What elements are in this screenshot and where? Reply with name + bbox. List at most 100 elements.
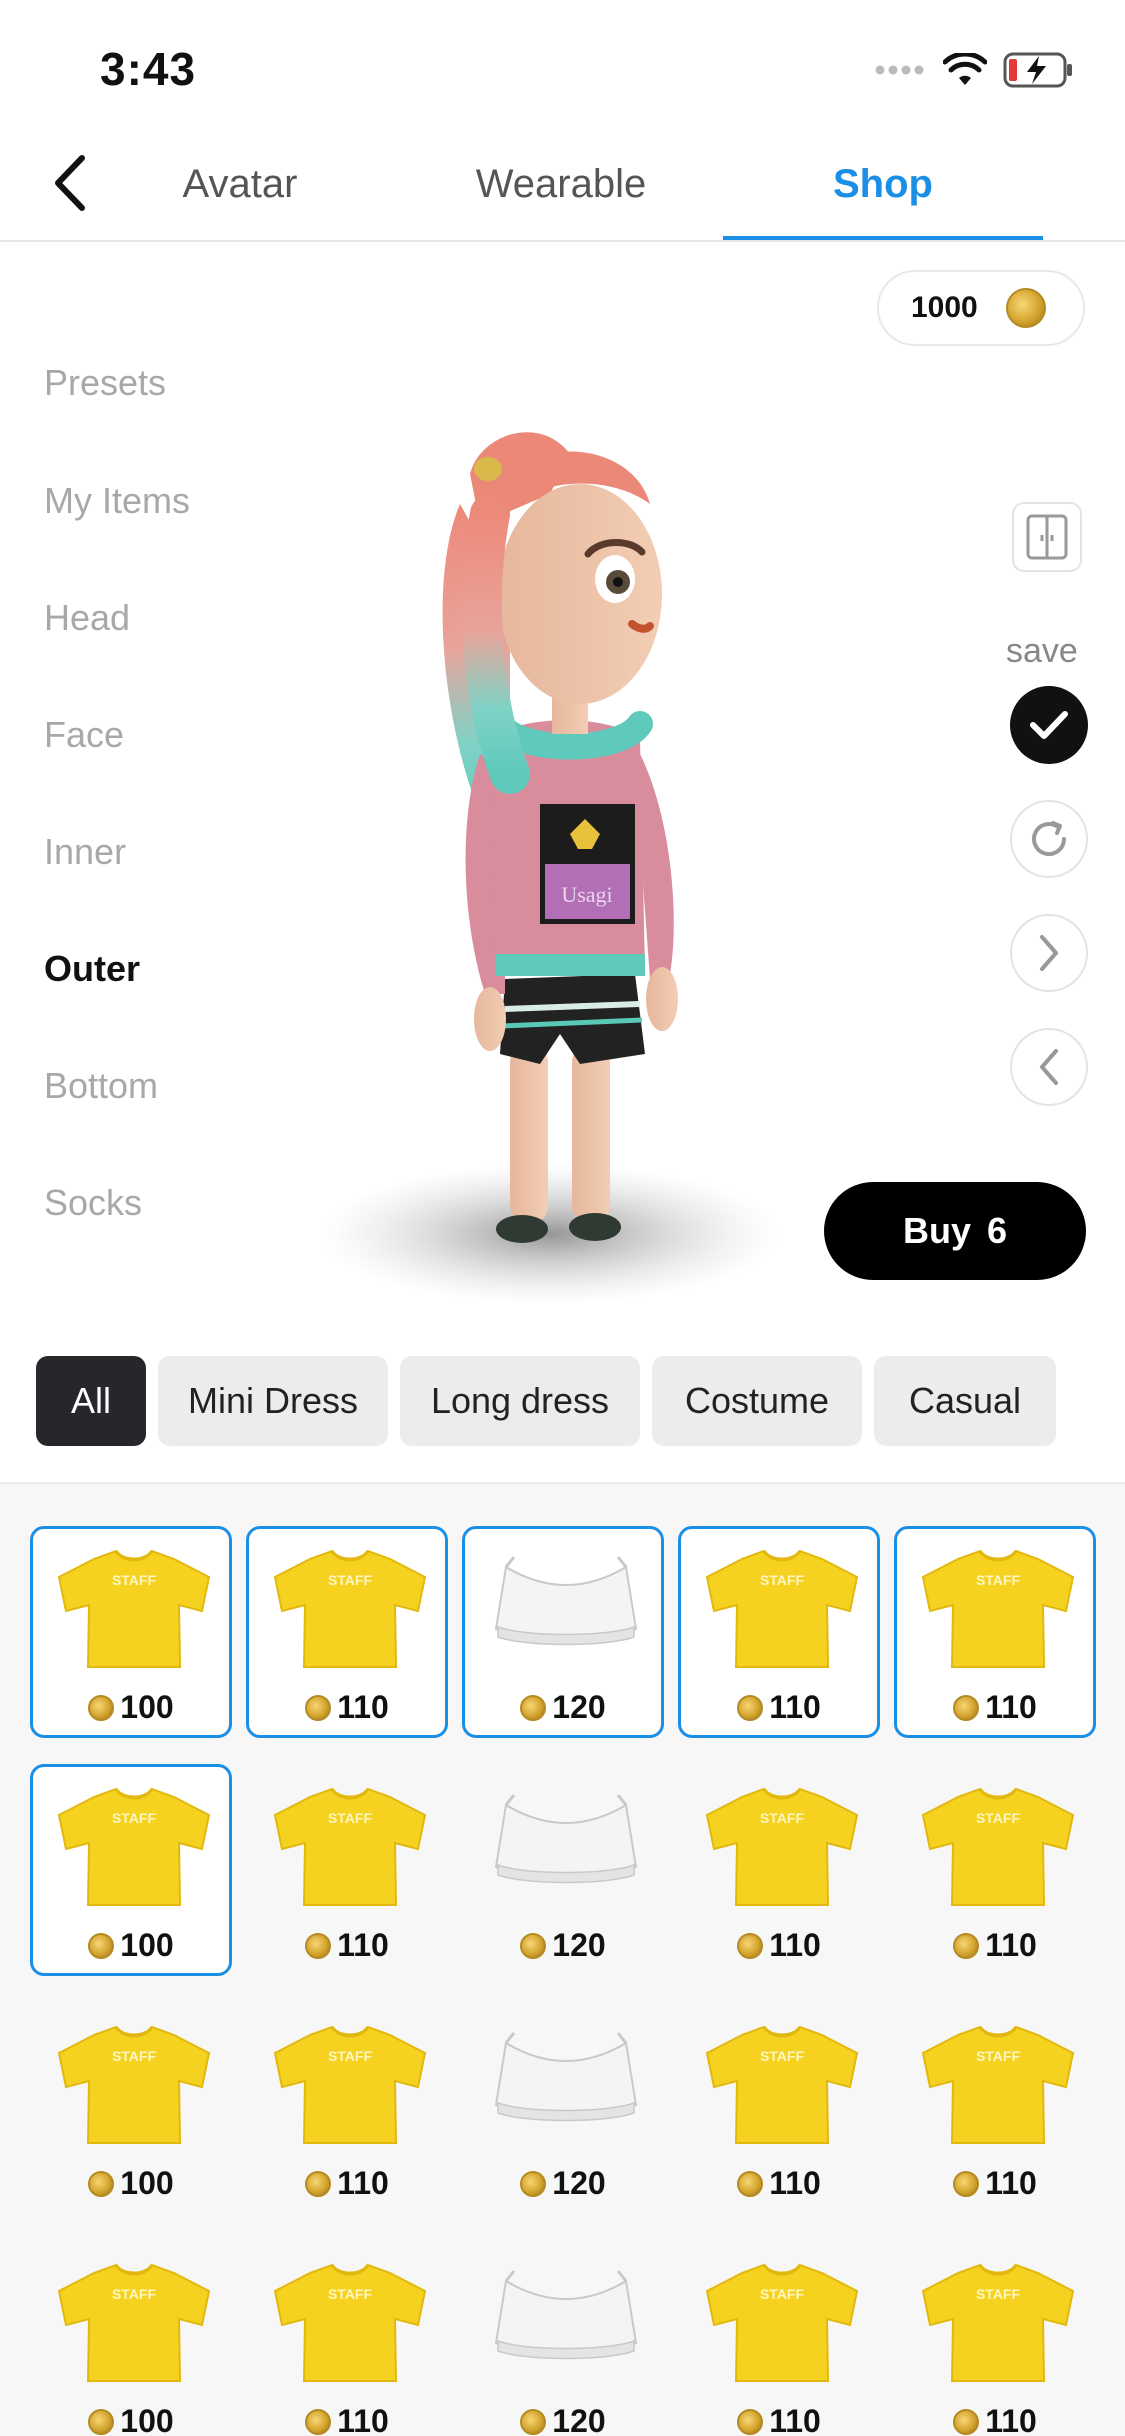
shop-item[interactable]: STAFF 110 [678,1764,880,1976]
coin-icon [520,1932,547,1959]
tshirt-print-text: STAFF [328,1810,373,1826]
shop-item[interactable]: STAFF 110 [246,1526,448,1738]
shop-item[interactable]: 120 [462,1526,664,1738]
coin-icon [737,2408,764,2435]
item-price-value: 110 [985,1927,1037,1963]
item-price: 110 [897,2403,1093,2436]
tshirt-image: STAFF [273,1549,427,1668]
reset-button[interactable] [1010,800,1088,878]
category-face[interactable]: Face [44,714,124,756]
tshirt-print-text: STAFF [760,1572,805,1588]
category-socks[interactable]: Socks [44,1182,142,1224]
filter-costume[interactable]: Costume [652,1356,862,1446]
tshirt-print-text: STAFF [112,2048,157,2064]
buy-button[interactable]: Buy 6 [824,1182,1086,1280]
chevron-left-icon [1040,1049,1058,1085]
tshirt-image: STAFF [705,2025,859,2144]
shop-item[interactable]: STAFF 110 [678,1526,880,1738]
item-price-value: 110 [337,2403,389,2436]
category-head[interactable]: Head [44,597,130,639]
item-price: 110 [897,1689,1093,1726]
tshirt-print-text: STAFF [328,1572,373,1588]
category-my-items[interactable]: My Items [44,480,190,522]
redo-button[interactable] [1010,914,1088,992]
tab-avatar[interactable]: Avatar [80,162,400,207]
item-price: 100 [33,1689,229,1726]
shop-item[interactable]: 120 [462,1764,664,1976]
filter-all[interactable]: All [36,1356,146,1446]
item-price: 120 [465,2165,661,2202]
coin-icon [953,2408,980,2435]
item-price: 110 [897,1927,1093,1964]
tshirt-print-text: STAFF [976,2048,1021,2064]
wifi-icon [942,51,988,92]
coin-icon [520,2408,547,2435]
tshirt-image: STAFF [273,2263,427,2382]
shop-item[interactable]: STAFF 110 [678,2240,880,2436]
undo-button[interactable] [1010,1028,1088,1106]
coin-icon [305,1694,332,1721]
item-price: 110 [249,2403,445,2436]
item-price-value: 110 [769,1927,821,1963]
coin-icon [953,1932,980,1959]
item-price: 120 [465,2403,661,2436]
item-price: 100 [33,2403,229,2436]
item-price-value: 120 [552,1927,606,1963]
category-outer[interactable]: Outer [44,948,140,990]
avatar-figure[interactable]: Usagi [310,394,810,1314]
shop-item[interactable]: STAFF 100 [30,2002,232,2214]
shop-item[interactable]: STAFF 100 [30,1764,232,1976]
category-bottom[interactable]: Bottom [44,1065,158,1107]
tab-shop[interactable]: Shop [723,162,1043,207]
filter-long-dress[interactable]: Long dress [400,1356,640,1446]
shop-item[interactable]: STAFF 100 [30,1526,232,1738]
tshirt-print-text: STAFF [976,1810,1021,1826]
tshirt-print-text: STAFF [760,2048,805,2064]
wardrobe-icon [1026,514,1068,560]
hoodie-print-text: Usagi [561,882,612,907]
shop-item[interactable]: STAFF 110 [894,1526,1096,1738]
filter-mini-dress[interactable]: Mini Dress [158,1356,388,1446]
shop-item[interactable]: STAFF 110 [678,2002,880,2214]
avatar-preview-area: 1000 Presets My Items Head Face Inner Ou… [0,244,1125,1319]
item-price-value: 110 [337,2165,389,2201]
coin-icon [1005,288,1046,328]
item-price: 120 [465,1927,661,1964]
status-icons [875,48,1075,96]
battery-charging-icon [1003,51,1075,94]
buy-label: Buy [902,1210,971,1251]
active-tab-indicator [723,236,1043,240]
shop-item[interactable]: 120 [462,2240,664,2436]
shop-item[interactable]: STAFF 100 [30,2240,232,2436]
buy-count: 6 [986,1210,1008,1251]
shop-item[interactable]: STAFF 110 [894,1764,1096,1976]
item-price: 110 [249,2165,445,2202]
category-presets[interactable]: Presets [44,362,166,404]
top-nav: Avatar Wearable Shop [0,140,1125,242]
coin-icon [88,2170,115,2197]
shop-item[interactable]: STAFF 110 [246,1764,448,1976]
coin-balance[interactable]: 1000 [877,270,1085,346]
item-price: 110 [681,2165,877,2202]
shop-item[interactable]: STAFF 110 [894,2002,1096,2214]
status-bar: 3:43 [0,0,1125,140]
tab-wearable[interactable]: Wearable [401,162,721,207]
shop-item[interactable]: STAFF 110 [246,2240,448,2436]
shop-item[interactable]: STAFF 110 [894,2240,1096,2436]
item-price-value: 100 [120,2165,174,2201]
filter-casual[interactable]: Casual [874,1356,1056,1446]
item-price-value: 110 [985,1689,1037,1725]
item-price-value: 110 [985,2403,1037,2436]
shop-item[interactable]: 120 [462,2002,664,2214]
tshirt-image: STAFF [273,2025,427,2144]
save-button[interactable] [1010,686,1088,764]
refresh-icon [1032,821,1066,856]
shop-item[interactable]: STAFF 110 [246,2002,448,2214]
coin-icon [520,2170,547,2197]
coin-icon [737,2170,764,2197]
category-inner[interactable]: Inner [44,831,126,873]
wardrobe-button[interactable] [1012,502,1082,572]
coin-icon [953,1694,980,1721]
tshirt-print-text: STAFF [976,1572,1021,1588]
tshirt-print-text: STAFF [112,1810,157,1826]
